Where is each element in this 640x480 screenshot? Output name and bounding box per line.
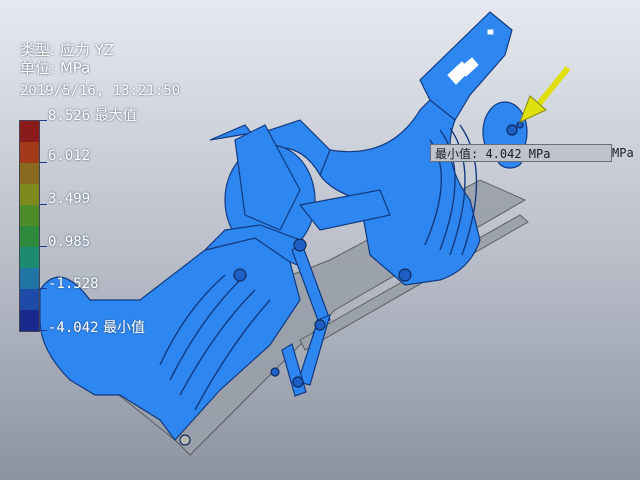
- min-value-probe-label[interactable]: 最小值: 4.042 MPa: [430, 144, 612, 162]
- color-band: [20, 184, 39, 205]
- color-band: [20, 289, 39, 310]
- legend-max-value: 8.526 最大值: [48, 108, 137, 124]
- legend-tick: [39, 330, 47, 331]
- color-band: [20, 226, 39, 247]
- legend-unit-label: 单位: MPa: [20, 59, 91, 77]
- color-band: [20, 163, 39, 184]
- legend-tick-label: 0.985: [48, 234, 91, 250]
- color-band: [20, 268, 39, 289]
- color-band: [20, 205, 39, 226]
- min-location-arrow-icon: [519, 66, 571, 123]
- legend-type-label: 类型: 应力 YZ: [20, 41, 115, 59]
- legend-datetime: 2019/5/16, 13:21:50: [20, 83, 181, 99]
- color-band: [20, 142, 39, 163]
- color-band: [20, 247, 39, 268]
- legend-tick: [39, 246, 47, 247]
- legend-tick: [39, 288, 47, 289]
- legend-tick: [39, 120, 47, 121]
- legend-tick-label: -1.528: [48, 276, 99, 292]
- legend-tick: [39, 162, 47, 163]
- stress-color-bar: [19, 120, 40, 332]
- color-band: [20, 310, 39, 331]
- probe-unit-overflow: MPa: [612, 146, 634, 160]
- legend-min-value: -4.042 最小值: [48, 320, 146, 336]
- color-band: [20, 121, 39, 142]
- legend-tick-label: 6.012: [48, 148, 91, 164]
- legend-tick: [39, 204, 47, 205]
- legend-tick-label: 3.499: [48, 191, 91, 207]
- model-viewport[interactable]: [0, 0, 640, 480]
